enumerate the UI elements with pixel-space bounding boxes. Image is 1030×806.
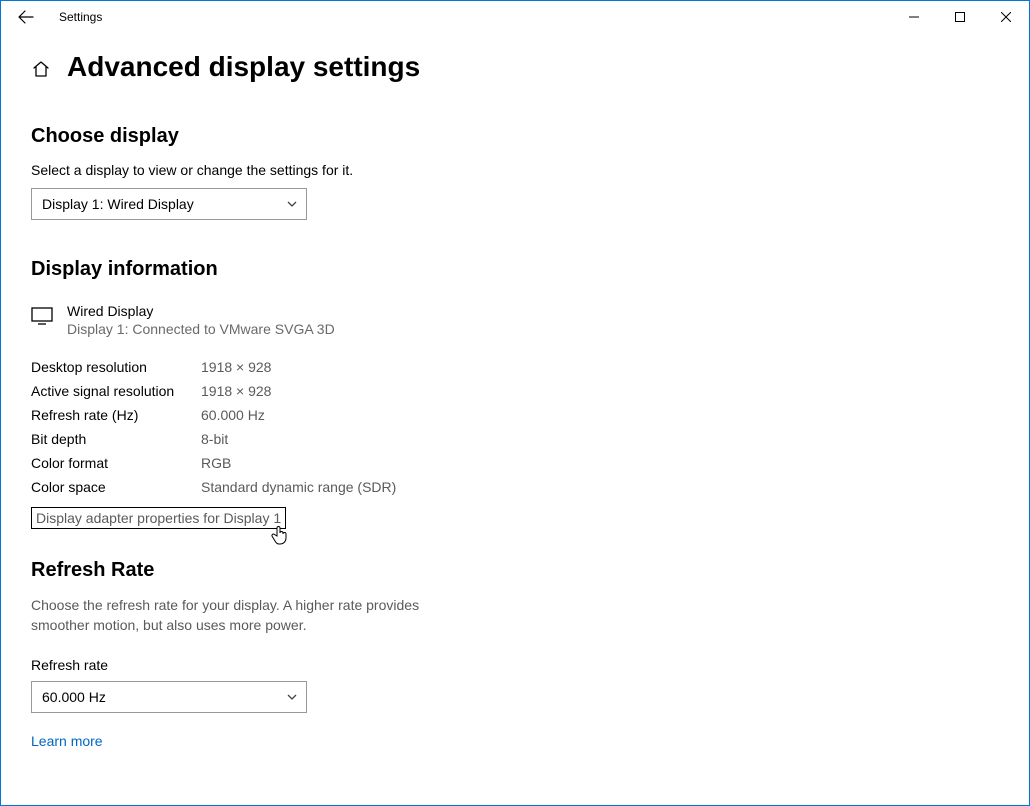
info-label: Desktop resolution: [31, 355, 201, 379]
table-row: Active signal resolution 1918 × 928: [31, 379, 396, 403]
learn-more-link[interactable]: Learn more: [31, 733, 103, 749]
page-header: Advanced display settings: [31, 51, 999, 83]
info-label: Bit depth: [31, 427, 201, 451]
maximize-icon: [955, 12, 965, 22]
table-row: Desktop resolution 1918 × 928: [31, 355, 396, 379]
info-value: RGB: [201, 451, 396, 475]
close-icon: [1001, 12, 1011, 22]
home-icon[interactable]: [31, 59, 51, 79]
display-info-table: Desktop resolution 1918 × 928 Active sig…: [31, 355, 396, 499]
info-value: Standard dynamic range (SDR): [201, 475, 396, 499]
display-subtitle: Display 1: Connected to VMware SVGA 3D: [67, 321, 335, 337]
info-value: 8-bit: [201, 427, 396, 451]
refresh-rate-value: 60.000 Hz: [42, 689, 286, 705]
titlebar: Settings: [1, 1, 1029, 33]
info-label: Color format: [31, 451, 201, 475]
table-row: Bit depth 8-bit: [31, 427, 396, 451]
chevron-down-icon: [286, 691, 298, 703]
refresh-rate-field-label: Refresh rate: [31, 657, 999, 673]
display-name: Wired Display: [67, 303, 335, 319]
info-label: Active signal resolution: [31, 379, 201, 403]
content-area: Advanced display settings Choose display…: [1, 33, 1029, 749]
display-select-value: Display 1: Wired Display: [42, 196, 286, 212]
choose-display-subtext: Select a display to view or change the s…: [31, 162, 999, 178]
refresh-rate-description: Choose the refresh rate for your display…: [31, 596, 431, 635]
info-label: Color space: [31, 475, 201, 499]
info-label: Refresh rate (Hz): [31, 403, 201, 427]
page-title: Advanced display settings: [67, 51, 420, 83]
minimize-icon: [909, 12, 919, 22]
chevron-down-icon: [286, 198, 298, 210]
settings-window: Settings Advanced display settings Choos…: [0, 0, 1030, 806]
arrow-left-icon: [18, 9, 34, 25]
display-select-dropdown[interactable]: Display 1: Wired Display: [31, 188, 307, 220]
minimize-button[interactable]: [891, 1, 937, 33]
cursor-hand-icon: [271, 524, 289, 546]
info-value: 1918 × 928: [201, 379, 396, 403]
refresh-rate-heading: Refresh Rate: [31, 559, 999, 582]
monitor-icon: [31, 305, 53, 327]
adapter-link-label: Display adapter properties for Display 1: [36, 510, 281, 526]
table-row: Refresh rate (Hz) 60.000 Hz: [31, 403, 396, 427]
display-adapter-properties-link[interactable]: Display adapter properties for Display 1: [31, 507, 286, 529]
window-title: Settings: [59, 10, 102, 24]
close-button[interactable]: [983, 1, 1029, 33]
back-button[interactable]: [11, 1, 41, 33]
info-value: 60.000 Hz: [201, 403, 396, 427]
window-controls: [891, 1, 1029, 33]
maximize-button[interactable]: [937, 1, 983, 33]
display-info-heading: Display information: [31, 258, 999, 281]
refresh-rate-dropdown[interactable]: 60.000 Hz: [31, 681, 307, 713]
choose-display-heading: Choose display: [31, 125, 999, 148]
display-card: Wired Display Display 1: Connected to VM…: [31, 303, 999, 337]
table-row: Color space Standard dynamic range (SDR): [31, 475, 396, 499]
info-value: 1918 × 928: [201, 355, 396, 379]
table-row: Color format RGB: [31, 451, 396, 475]
